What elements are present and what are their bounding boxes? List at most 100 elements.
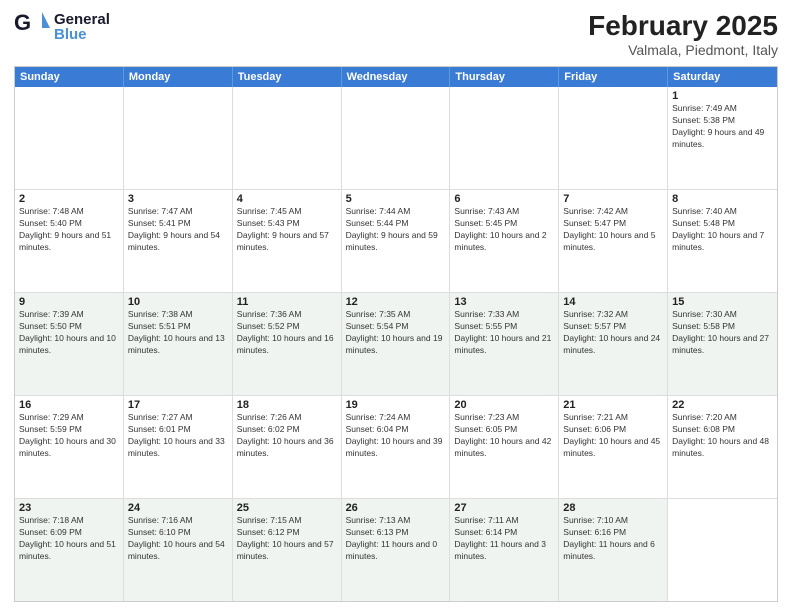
day-cell-11: 11Sunrise: 7:36 AMSunset: 5:52 PMDayligh… [233,293,342,395]
calendar-row-2: 9Sunrise: 7:39 AMSunset: 5:50 PMDaylight… [15,292,777,395]
page-container: G General Blue February 2025 Valmala, Pi… [0,0,792,612]
day-info: Sunrise: 7:49 AMSunset: 5:38 PMDaylight:… [672,103,773,151]
day-info: Sunrise: 7:15 AMSunset: 6:12 PMDaylight:… [237,515,337,563]
day-number: 21 [563,399,663,411]
day-number: 24 [128,502,228,514]
day-number: 20 [454,399,554,411]
day-info: Sunrise: 7:21 AMSunset: 6:06 PMDaylight:… [563,412,663,460]
day-cell-22: 22Sunrise: 7:20 AMSunset: 6:08 PMDayligh… [668,396,777,498]
day-info: Sunrise: 7:24 AMSunset: 6:04 PMDaylight:… [346,412,446,460]
day-info: Sunrise: 7:47 AMSunset: 5:41 PMDaylight:… [128,206,228,254]
header-cell-sunday: Sunday [15,67,124,87]
calendar: SundayMondayTuesdayWednesdayThursdayFrid… [14,66,778,602]
day-number: 3 [128,193,228,205]
day-info: Sunrise: 7:18 AMSunset: 6:09 PMDaylight:… [19,515,119,563]
empty-cell [450,87,559,189]
month-title: February 2025 [588,10,778,42]
header-cell-monday: Monday [124,67,233,87]
day-number: 14 [563,296,663,308]
header-cell-friday: Friday [559,67,668,87]
day-cell-19: 19Sunrise: 7:24 AMSunset: 6:04 PMDayligh… [342,396,451,498]
day-cell-7: 7Sunrise: 7:42 AMSunset: 5:47 PMDaylight… [559,190,668,292]
day-cell-6: 6Sunrise: 7:43 AMSunset: 5:45 PMDaylight… [450,190,559,292]
day-info: Sunrise: 7:44 AMSunset: 5:44 PMDaylight:… [346,206,446,254]
day-number: 17 [128,399,228,411]
day-cell-12: 12Sunrise: 7:35 AMSunset: 5:54 PMDayligh… [342,293,451,395]
title-section: February 2025 Valmala, Piedmont, Italy [588,10,778,58]
header-cell-thursday: Thursday [450,67,559,87]
day-info: Sunrise: 7:23 AMSunset: 6:05 PMDaylight:… [454,412,554,460]
day-cell-4: 4Sunrise: 7:45 AMSunset: 5:43 PMDaylight… [233,190,342,292]
logo-icon: G [14,10,50,44]
day-info: Sunrise: 7:39 AMSunset: 5:50 PMDaylight:… [19,309,119,357]
day-cell-24: 24Sunrise: 7:16 AMSunset: 6:10 PMDayligh… [124,499,233,601]
day-number: 10 [128,296,228,308]
day-number: 4 [237,193,337,205]
day-number: 23 [19,502,119,514]
logo: G General Blue [14,10,110,44]
day-info: Sunrise: 7:36 AMSunset: 5:52 PMDaylight:… [237,309,337,357]
empty-cell [342,87,451,189]
location-subtitle: Valmala, Piedmont, Italy [588,42,778,58]
day-cell-13: 13Sunrise: 7:33 AMSunset: 5:55 PMDayligh… [450,293,559,395]
day-info: Sunrise: 7:43 AMSunset: 5:45 PMDaylight:… [454,206,554,254]
day-cell-17: 17Sunrise: 7:27 AMSunset: 6:01 PMDayligh… [124,396,233,498]
svg-text:G: G [14,10,31,35]
calendar-row-1: 2Sunrise: 7:48 AMSunset: 5:40 PMDaylight… [15,189,777,292]
day-number: 26 [346,502,446,514]
empty-cell [15,87,124,189]
day-info: Sunrise: 7:16 AMSunset: 6:10 PMDaylight:… [128,515,228,563]
header-cell-wednesday: Wednesday [342,67,451,87]
day-number: 25 [237,502,337,514]
day-number: 6 [454,193,554,205]
day-number: 22 [672,399,773,411]
empty-cell [668,499,777,601]
day-info: Sunrise: 7:35 AMSunset: 5:54 PMDaylight:… [346,309,446,357]
day-info: Sunrise: 7:45 AMSunset: 5:43 PMDaylight:… [237,206,337,254]
calendar-row-3: 16Sunrise: 7:29 AMSunset: 5:59 PMDayligh… [15,395,777,498]
day-cell-10: 10Sunrise: 7:38 AMSunset: 5:51 PMDayligh… [124,293,233,395]
day-number: 2 [19,193,119,205]
calendar-body: 1Sunrise: 7:49 AMSunset: 5:38 PMDaylight… [15,87,777,601]
day-info: Sunrise: 7:32 AMSunset: 5:57 PMDaylight:… [563,309,663,357]
header-cell-saturday: Saturday [668,67,777,87]
day-info: Sunrise: 7:27 AMSunset: 6:01 PMDaylight:… [128,412,228,460]
day-info: Sunrise: 7:48 AMSunset: 5:40 PMDaylight:… [19,206,119,254]
empty-cell [233,87,342,189]
day-cell-18: 18Sunrise: 7:26 AMSunset: 6:02 PMDayligh… [233,396,342,498]
day-number: 18 [237,399,337,411]
day-info: Sunrise: 7:10 AMSunset: 6:16 PMDaylight:… [563,515,663,563]
day-number: 28 [563,502,663,514]
day-info: Sunrise: 7:42 AMSunset: 5:47 PMDaylight:… [563,206,663,254]
calendar-header: SundayMondayTuesdayWednesdayThursdayFrid… [15,67,777,87]
day-cell-16: 16Sunrise: 7:29 AMSunset: 5:59 PMDayligh… [15,396,124,498]
day-number: 7 [563,193,663,205]
day-number: 1 [672,90,773,102]
logo-blue: Blue [54,27,110,42]
day-number: 15 [672,296,773,308]
logo-general: General [54,12,110,27]
page-header: G General Blue February 2025 Valmala, Pi… [14,10,778,58]
day-cell-15: 15Sunrise: 7:30 AMSunset: 5:58 PMDayligh… [668,293,777,395]
day-info: Sunrise: 7:40 AMSunset: 5:48 PMDaylight:… [672,206,773,254]
day-cell-8: 8Sunrise: 7:40 AMSunset: 5:48 PMDaylight… [668,190,777,292]
header-cell-tuesday: Tuesday [233,67,342,87]
day-number: 27 [454,502,554,514]
day-info: Sunrise: 7:33 AMSunset: 5:55 PMDaylight:… [454,309,554,357]
day-cell-5: 5Sunrise: 7:44 AMSunset: 5:44 PMDaylight… [342,190,451,292]
day-number: 12 [346,296,446,308]
day-cell-3: 3Sunrise: 7:47 AMSunset: 5:41 PMDaylight… [124,190,233,292]
day-cell-23: 23Sunrise: 7:18 AMSunset: 6:09 PMDayligh… [15,499,124,601]
day-info: Sunrise: 7:30 AMSunset: 5:58 PMDaylight:… [672,309,773,357]
day-number: 11 [237,296,337,308]
day-info: Sunrise: 7:26 AMSunset: 6:02 PMDaylight:… [237,412,337,460]
day-number: 8 [672,193,773,205]
day-number: 13 [454,296,554,308]
day-cell-21: 21Sunrise: 7:21 AMSunset: 6:06 PMDayligh… [559,396,668,498]
day-cell-14: 14Sunrise: 7:32 AMSunset: 5:57 PMDayligh… [559,293,668,395]
day-cell-9: 9Sunrise: 7:39 AMSunset: 5:50 PMDaylight… [15,293,124,395]
day-info: Sunrise: 7:13 AMSunset: 6:13 PMDaylight:… [346,515,446,563]
day-cell-1: 1Sunrise: 7:49 AMSunset: 5:38 PMDaylight… [668,87,777,189]
day-number: 19 [346,399,446,411]
day-cell-26: 26Sunrise: 7:13 AMSunset: 6:13 PMDayligh… [342,499,451,601]
